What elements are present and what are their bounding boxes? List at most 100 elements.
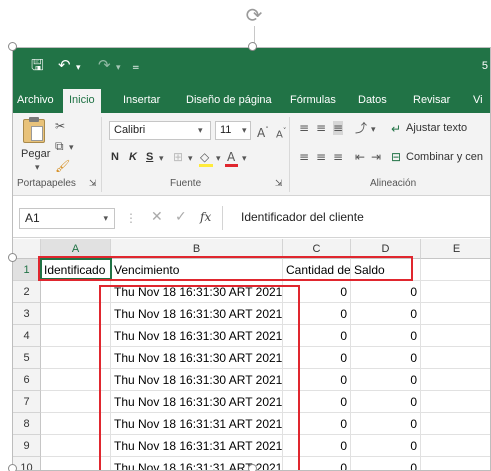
font-color-icon[interactable]: A (227, 150, 235, 164)
increase-font-icon[interactable]: A˄ (257, 123, 269, 140)
wrap-text-icon[interactable]: ↵ (391, 122, 401, 136)
tab-datos[interactable]: Datos (358, 90, 387, 113)
tab-insertar[interactable]: Insertar (123, 90, 160, 113)
paste-dropdown-icon[interactable]: ▾ (35, 161, 40, 175)
name-box[interactable]: A1 ▾ (19, 208, 115, 229)
row-header-6[interactable]: 6 (13, 369, 41, 391)
font-color-dropdown-icon[interactable]: ▾ (242, 152, 247, 166)
formula-content[interactable]: Identificador del cliente (241, 210, 364, 224)
cancel-entry-icon[interactable]: ✕ (151, 210, 163, 224)
save-icon[interactable]: 🖫 (31, 57, 44, 73)
fill-color-icon[interactable]: ◇ (200, 150, 209, 164)
increase-indent-icon[interactable]: ⇥ (371, 150, 381, 164)
borders-icon[interactable]: ⊞ (173, 150, 183, 164)
window-title: 5 (481, 60, 488, 72)
bold-button[interactable]: N (111, 151, 119, 163)
confirm-entry-icon[interactable]: ✓ (175, 210, 187, 224)
cell-d8[interactable]: 0 (351, 413, 421, 435)
cell-d4[interactable]: 0 (351, 325, 421, 347)
tab-diseno-de-pagina[interactable]: Diseño de página (186, 90, 272, 113)
borders-dropdown-icon[interactable]: ▾ (188, 152, 193, 166)
row-header-8[interactable]: 8 (13, 413, 41, 435)
orientation-dropdown-icon[interactable]: ▾ (371, 123, 376, 137)
name-box-dropdown-icon[interactable]: ▾ (103, 212, 108, 226)
select-all-corner[interactable] (13, 239, 41, 259)
row-header-1[interactable]: 1 (13, 259, 41, 281)
italic-button[interactable]: K (129, 151, 137, 163)
merge-center-button[interactable]: Combinar y cen (406, 151, 483, 163)
undo-icon[interactable]: ↶ (58, 57, 71, 73)
row-header-5[interactable]: 5 (13, 347, 41, 369)
font-name-select[interactable]: Calibri (109, 121, 211, 140)
paste-button[interactable]: Pegar (21, 148, 50, 160)
resize-handle-top-center[interactable] (248, 42, 257, 51)
cell-d7[interactable]: 0 (351, 391, 421, 413)
cell-e9[interactable] (421, 435, 490, 457)
cell-d9[interactable]: 0 (351, 435, 421, 457)
cell-e2[interactable] (421, 281, 490, 303)
font-launcher-icon[interactable]: ⇲ (275, 177, 283, 191)
customize-toolbar-arrow-icon[interactable]: = (132, 60, 140, 76)
underline-button[interactable]: S (146, 151, 153, 163)
tab-archivo[interactable]: Archivo (17, 90, 54, 113)
redo-icon[interactable]: ↷ (98, 57, 111, 73)
cell-e7[interactable] (421, 391, 490, 413)
tab-revisar[interactable]: Revisar (413, 90, 450, 113)
align-top-icon[interactable]: ≡ (299, 121, 309, 135)
cell-d3[interactable]: 0 (351, 303, 421, 325)
resize-handle-bottom-center[interactable] (248, 464, 257, 471)
row-header-10[interactable]: 10 (13, 457, 41, 470)
cell-d5[interactable]: 0 (351, 347, 421, 369)
fill-color-dropdown-icon[interactable]: ▾ (216, 152, 221, 166)
decrease-indent-icon[interactable]: ⇤ (355, 150, 365, 164)
cell-e10[interactable] (421, 457, 490, 470)
ribbon-separator (289, 117, 290, 192)
decrease-font-icon[interactable]: A˅ (276, 124, 286, 142)
cell-d2[interactable]: 0 (351, 281, 421, 303)
tab-inicio[interactable]: Inicio (63, 89, 101, 113)
row-header-2[interactable]: 2 (13, 281, 41, 303)
cell-e5[interactable] (421, 347, 490, 369)
embedded-excel-screenshot: 🖫 ↶ ▾ ↷ ▾ = 5 Archivo Inicio Insertar Di… (12, 47, 491, 471)
align-right-icon[interactable]: ≡ (333, 150, 343, 164)
customize-toolbar-icon[interactable]: ▾ (116, 60, 121, 76)
cell-e3[interactable] (421, 303, 490, 325)
font-name-dropdown-icon[interactable]: ▾ (198, 124, 203, 138)
paste-icon[interactable] (23, 117, 45, 143)
row-header-4[interactable]: 4 (13, 325, 41, 347)
copy-icon[interactable]: ⧉ (55, 139, 64, 153)
row-header-9[interactable]: 9 (13, 435, 41, 457)
resize-handle-bottom-left[interactable] (8, 464, 17, 471)
cut-icon[interactable]: ✂ (55, 119, 65, 133)
font-size-dropdown-icon[interactable]: ▾ (242, 124, 247, 138)
cell-d6[interactable]: 0 (351, 369, 421, 391)
resize-handle-middle-left[interactable] (8, 253, 17, 262)
orientation-icon[interactable]: ⤴ (355, 121, 367, 135)
tab-vista[interactable]: Vi (473, 90, 483, 113)
cell-e6[interactable] (421, 369, 490, 391)
format-painter-icon[interactable]: 🖌 (55, 159, 70, 173)
row-header-3[interactable]: 3 (13, 303, 41, 325)
group-label-font: Fuente (170, 178, 202, 189)
row-header-7[interactable]: 7 (13, 391, 41, 413)
tab-formulas[interactable]: Fórmulas (290, 90, 336, 113)
cell-e1[interactable] (421, 259, 490, 281)
rotate-handle-icon[interactable]: ⟳ (243, 4, 265, 26)
cell-e4[interactable] (421, 325, 490, 347)
align-left-icon[interactable]: ≡ (299, 150, 309, 164)
undo-dropdown-icon[interactable]: ▾ (76, 60, 81, 76)
cell-d10[interactable]: 0 (351, 457, 421, 470)
clipboard-launcher-icon[interactable]: ⇲ (89, 177, 97, 191)
align-bottom-icon[interactable]: ≡ (333, 121, 344, 135)
resize-handle-top-left[interactable] (8, 42, 17, 51)
highlight-header-row (38, 256, 413, 281)
wrap-text-button[interactable]: Ajustar texto (406, 122, 467, 134)
align-center-icon[interactable]: ≡ (316, 150, 326, 164)
underline-dropdown-icon[interactable]: ▾ (159, 152, 164, 166)
cell-e8[interactable] (421, 413, 490, 435)
copy-dropdown-icon[interactable]: ▾ (69, 141, 74, 155)
column-header-e[interactable]: E (421, 239, 490, 259)
merge-center-icon[interactable]: ⊟ (391, 150, 401, 164)
insert-function-button[interactable]: fx (200, 210, 211, 224)
align-middle-icon[interactable]: ≡ (316, 121, 326, 135)
